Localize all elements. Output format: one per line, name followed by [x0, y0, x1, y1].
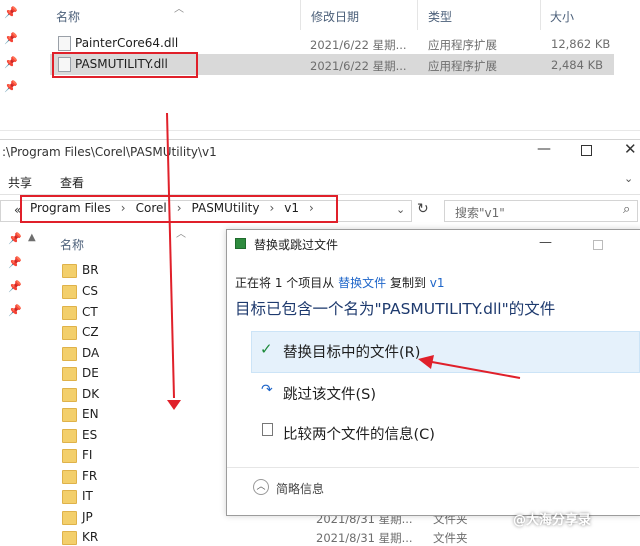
arrow-head: [418, 355, 434, 369]
arrow-head: [167, 400, 181, 410]
red-arrow-down: [166, 112, 175, 399]
annotation-arrows: [166, 112, 521, 410]
red-arrow-left: [431, 361, 521, 379]
watermark: @大海分享录: [513, 513, 592, 528]
